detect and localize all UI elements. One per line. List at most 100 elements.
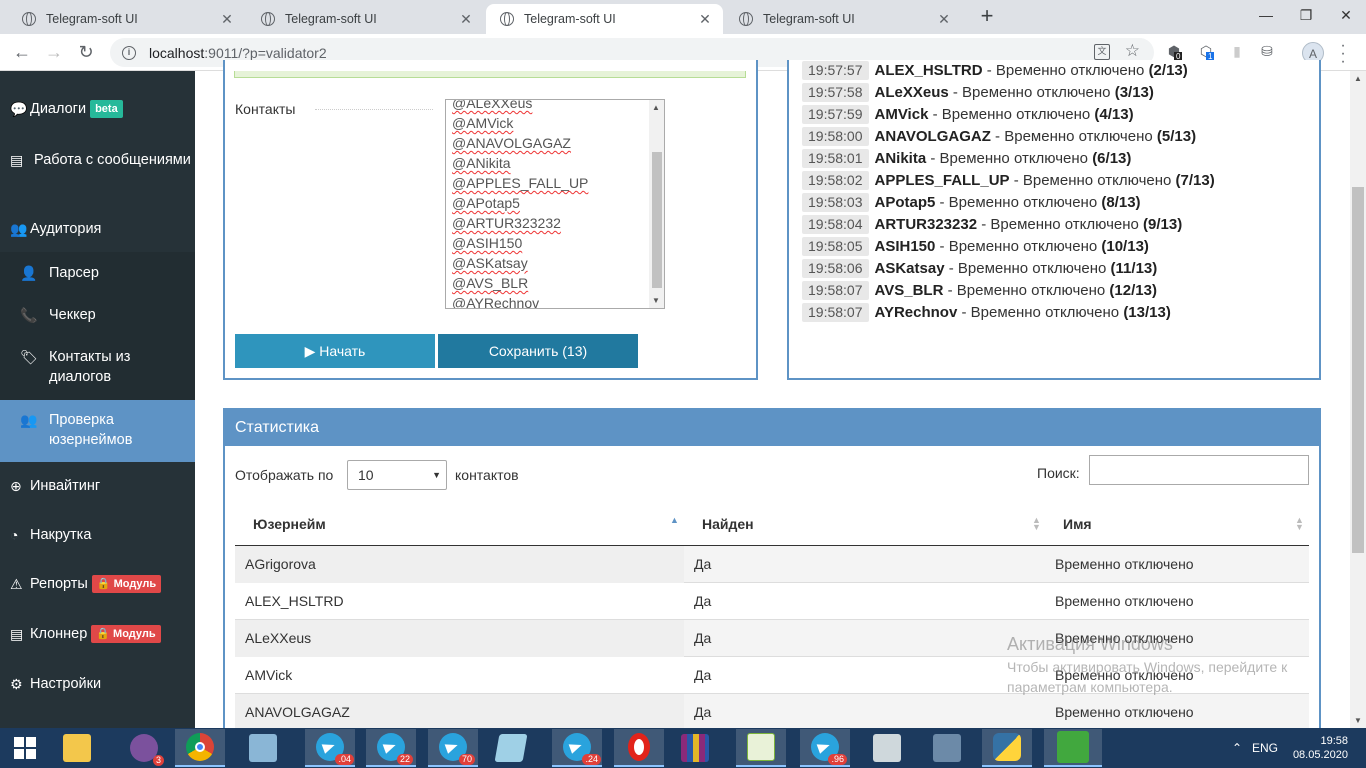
close-icon[interactable]: ✕: [458, 11, 474, 28]
log-status: - Временно отключено: [948, 83, 1115, 101]
cell-username: ALEX_HSLTRD: [245, 593, 344, 609]
contact-option[interactable]: @ALeXXeus: [452, 100, 588, 113]
file-explorer-icon[interactable]: [52, 729, 102, 767]
log-status: - Временно отключено: [944, 259, 1111, 277]
arrow-up-icon[interactable]: ▲: [1354, 74, 1362, 83]
close-icon[interactable]: ✕: [219, 11, 235, 28]
sidebar-item-messages[interactable]: ▤ Работа с сообщениями: [0, 150, 195, 170]
tray-chevron-icon[interactable]: ⌃: [1232, 728, 1242, 768]
contact-option[interactable]: @ASKatsay: [452, 253, 588, 273]
contact-option[interactable]: @ANAVOLGAGAZ: [452, 133, 588, 153]
browser-tab-3[interactable]: Telegram-soft UI ✕: [486, 4, 723, 34]
tab-title: Telegram-soft UI: [46, 12, 138, 26]
sidebar-item-dialog-contacts[interactable]: 🏷 Контакты из диалогов: [0, 336, 195, 400]
close-icon[interactable]: ✕: [936, 11, 952, 28]
sort-asc-icon[interactable]: ▲: [670, 516, 679, 525]
python-icon[interactable]: [982, 729, 1032, 767]
log-username: ASKatsay: [874, 259, 945, 277]
log-entry: 19:57:59 AMVick - Временно отключено (4/1…: [802, 104, 1134, 124]
cell-found: Да: [694, 593, 712, 609]
browser-tab-4[interactable]: Telegram-soft UI ✕: [725, 4, 962, 34]
notes-icon[interactable]: [486, 729, 536, 767]
back-arrow-icon[interactable]: ←: [11, 41, 33, 63]
scrollbar-thumb[interactable]: [1352, 187, 1364, 553]
arrow-up-icon[interactable]: ▲: [652, 103, 660, 112]
log-time: 19:58:04: [802, 214, 869, 234]
contact-option[interactable]: @ASIH150: [452, 233, 588, 253]
translate-icon[interactable]: 文: [1094, 44, 1110, 60]
sort-icon[interactable]: ▲ ▼: [1032, 516, 1041, 532]
browser-tab-1[interactable]: Telegram-soft UI ✕: [8, 4, 245, 34]
menu-icon[interactable]: · · ·: [1338, 38, 1348, 70]
scrollbar-thumb[interactable]: [652, 152, 662, 288]
windows-start-icon[interactable]: [0, 729, 50, 767]
column-header-found[interactable]: Найден: [702, 516, 754, 532]
sidebar-item-dialogs[interactable]: 💬 Диалоги beta: [0, 99, 195, 119]
telegram-icon[interactable]: .24: [552, 729, 602, 767]
sidebar-item-cloner[interactable]: ▤ Клоннер 🔒 Модуль: [0, 624, 195, 644]
arrow-down-icon[interactable]: ▼: [1354, 716, 1362, 725]
new-tab-button[interactable]: +: [976, 5, 998, 28]
sidebar-item-reports[interactable]: ⚠ Репорты 🔒 Модуль: [0, 574, 195, 594]
contact-option[interactable]: @ANikita: [452, 153, 588, 173]
contact-option[interactable]: @APPLES_FALL_UP: [452, 173, 588, 193]
sidebar-item-audience[interactable]: 👥 Аудитория: [0, 219, 195, 239]
scrollbar[interactable]: ▲ ▼: [649, 100, 664, 308]
reload-icon[interactable]: ↻: [75, 41, 97, 63]
close-icon[interactable]: ✕: [697, 11, 713, 28]
sidebar-item-inviting[interactable]: ⊕ Инвайтинг: [0, 476, 195, 496]
camtasia-icon[interactable]: [1044, 729, 1102, 767]
table-row: AGrigorova Да Временно отключено: [235, 546, 1309, 583]
sidebar-item-parser[interactable]: 👤 Парсер: [0, 252, 195, 294]
notepad-plus-icon[interactable]: [736, 729, 786, 767]
url-text: localhost:9011/?p=validator2: [149, 44, 327, 61]
plus-circle-icon: ⊕: [10, 478, 22, 494]
telegram-icon[interactable]: 70: [428, 729, 478, 767]
sort-icon[interactable]: ▲ ▼: [1295, 516, 1304, 532]
search-input[interactable]: [1089, 455, 1309, 485]
extension-icon[interactable]: ⬢ 0: [1165, 43, 1183, 61]
maximize-button[interactable]: ❐: [1286, 0, 1326, 30]
page-size-select[interactable]: 10 ▼: [347, 460, 447, 490]
forward-arrow-icon[interactable]: →: [43, 41, 65, 63]
column-header-username[interactable]: Юзернейм: [253, 516, 326, 532]
star-icon[interactable]: ☆: [1125, 41, 1140, 61]
log-status: - Временно отключено: [982, 61, 1149, 79]
clock[interactable]: 19:58 08.05.2020: [1293, 728, 1348, 768]
sidebar-item-username-check[interactable]: 👥 Проверка юзернеймов: [0, 400, 195, 462]
contact-option[interactable]: @APotap5: [452, 193, 588, 213]
window-close-button[interactable]: ✕: [1326, 0, 1366, 30]
log-entry: 19:58:03 APotap5 - Временно отключено (8/…: [802, 192, 1141, 212]
extension-icon[interactable]: ⛁: [1258, 43, 1276, 61]
contact-option[interactable]: @AMVick: [452, 113, 588, 133]
page-scrollbar[interactable]: ▲ ▼: [1350, 71, 1366, 728]
info-icon[interactable]: i: [122, 45, 136, 60]
telegram-icon[interactable]: .96: [800, 729, 850, 767]
contacts-listbox[interactable]: @ALeXXeus @AMVick @ANAVOLGAGAZ @ANikita @APP…: [445, 99, 665, 309]
log-username: ASIH150: [874, 237, 936, 255]
arrow-down-icon[interactable]: ▼: [652, 296, 660, 305]
start-button[interactable]: ▶ Начать: [235, 334, 435, 368]
viber-icon[interactable]: 3: [119, 729, 169, 767]
save-button[interactable]: Сохранить (13): [438, 334, 638, 368]
app-icon[interactable]: [238, 729, 288, 767]
column-header-name[interactable]: Имя: [1063, 516, 1092, 532]
winrar-icon[interactable]: [670, 729, 720, 767]
chrome-icon[interactable]: [175, 729, 225, 767]
telegram-icon[interactable]: .04: [305, 729, 355, 767]
contact-option[interactable]: @AYRechnov: [452, 293, 588, 308]
contact-option[interactable]: @AVS_BLR: [452, 273, 588, 293]
sidebar-item-settings[interactable]: ⚙ Настройки: [0, 674, 195, 694]
contact-option[interactable]: @ARTUR323232: [452, 213, 588, 233]
telegram-icon[interactable]: 22: [366, 729, 416, 767]
browser-tab-2[interactable]: Telegram-soft UI ✕: [247, 4, 484, 34]
sidebar-item-boost[interactable]: ◔ Накрутка: [0, 525, 195, 545]
monitor-icon[interactable]: [862, 729, 912, 767]
sidebar-item-checker[interactable]: 📞 Чеккер: [0, 294, 195, 336]
opera-icon[interactable]: [614, 729, 664, 767]
calculator-icon[interactable]: [922, 729, 972, 767]
extension-icon[interactable]: ⬡ 1: [1197, 43, 1215, 61]
language-indicator[interactable]: ENG: [1252, 728, 1278, 768]
minimize-button[interactable]: —: [1246, 0, 1286, 30]
extension-icon[interactable]: ▮: [1228, 43, 1246, 61]
